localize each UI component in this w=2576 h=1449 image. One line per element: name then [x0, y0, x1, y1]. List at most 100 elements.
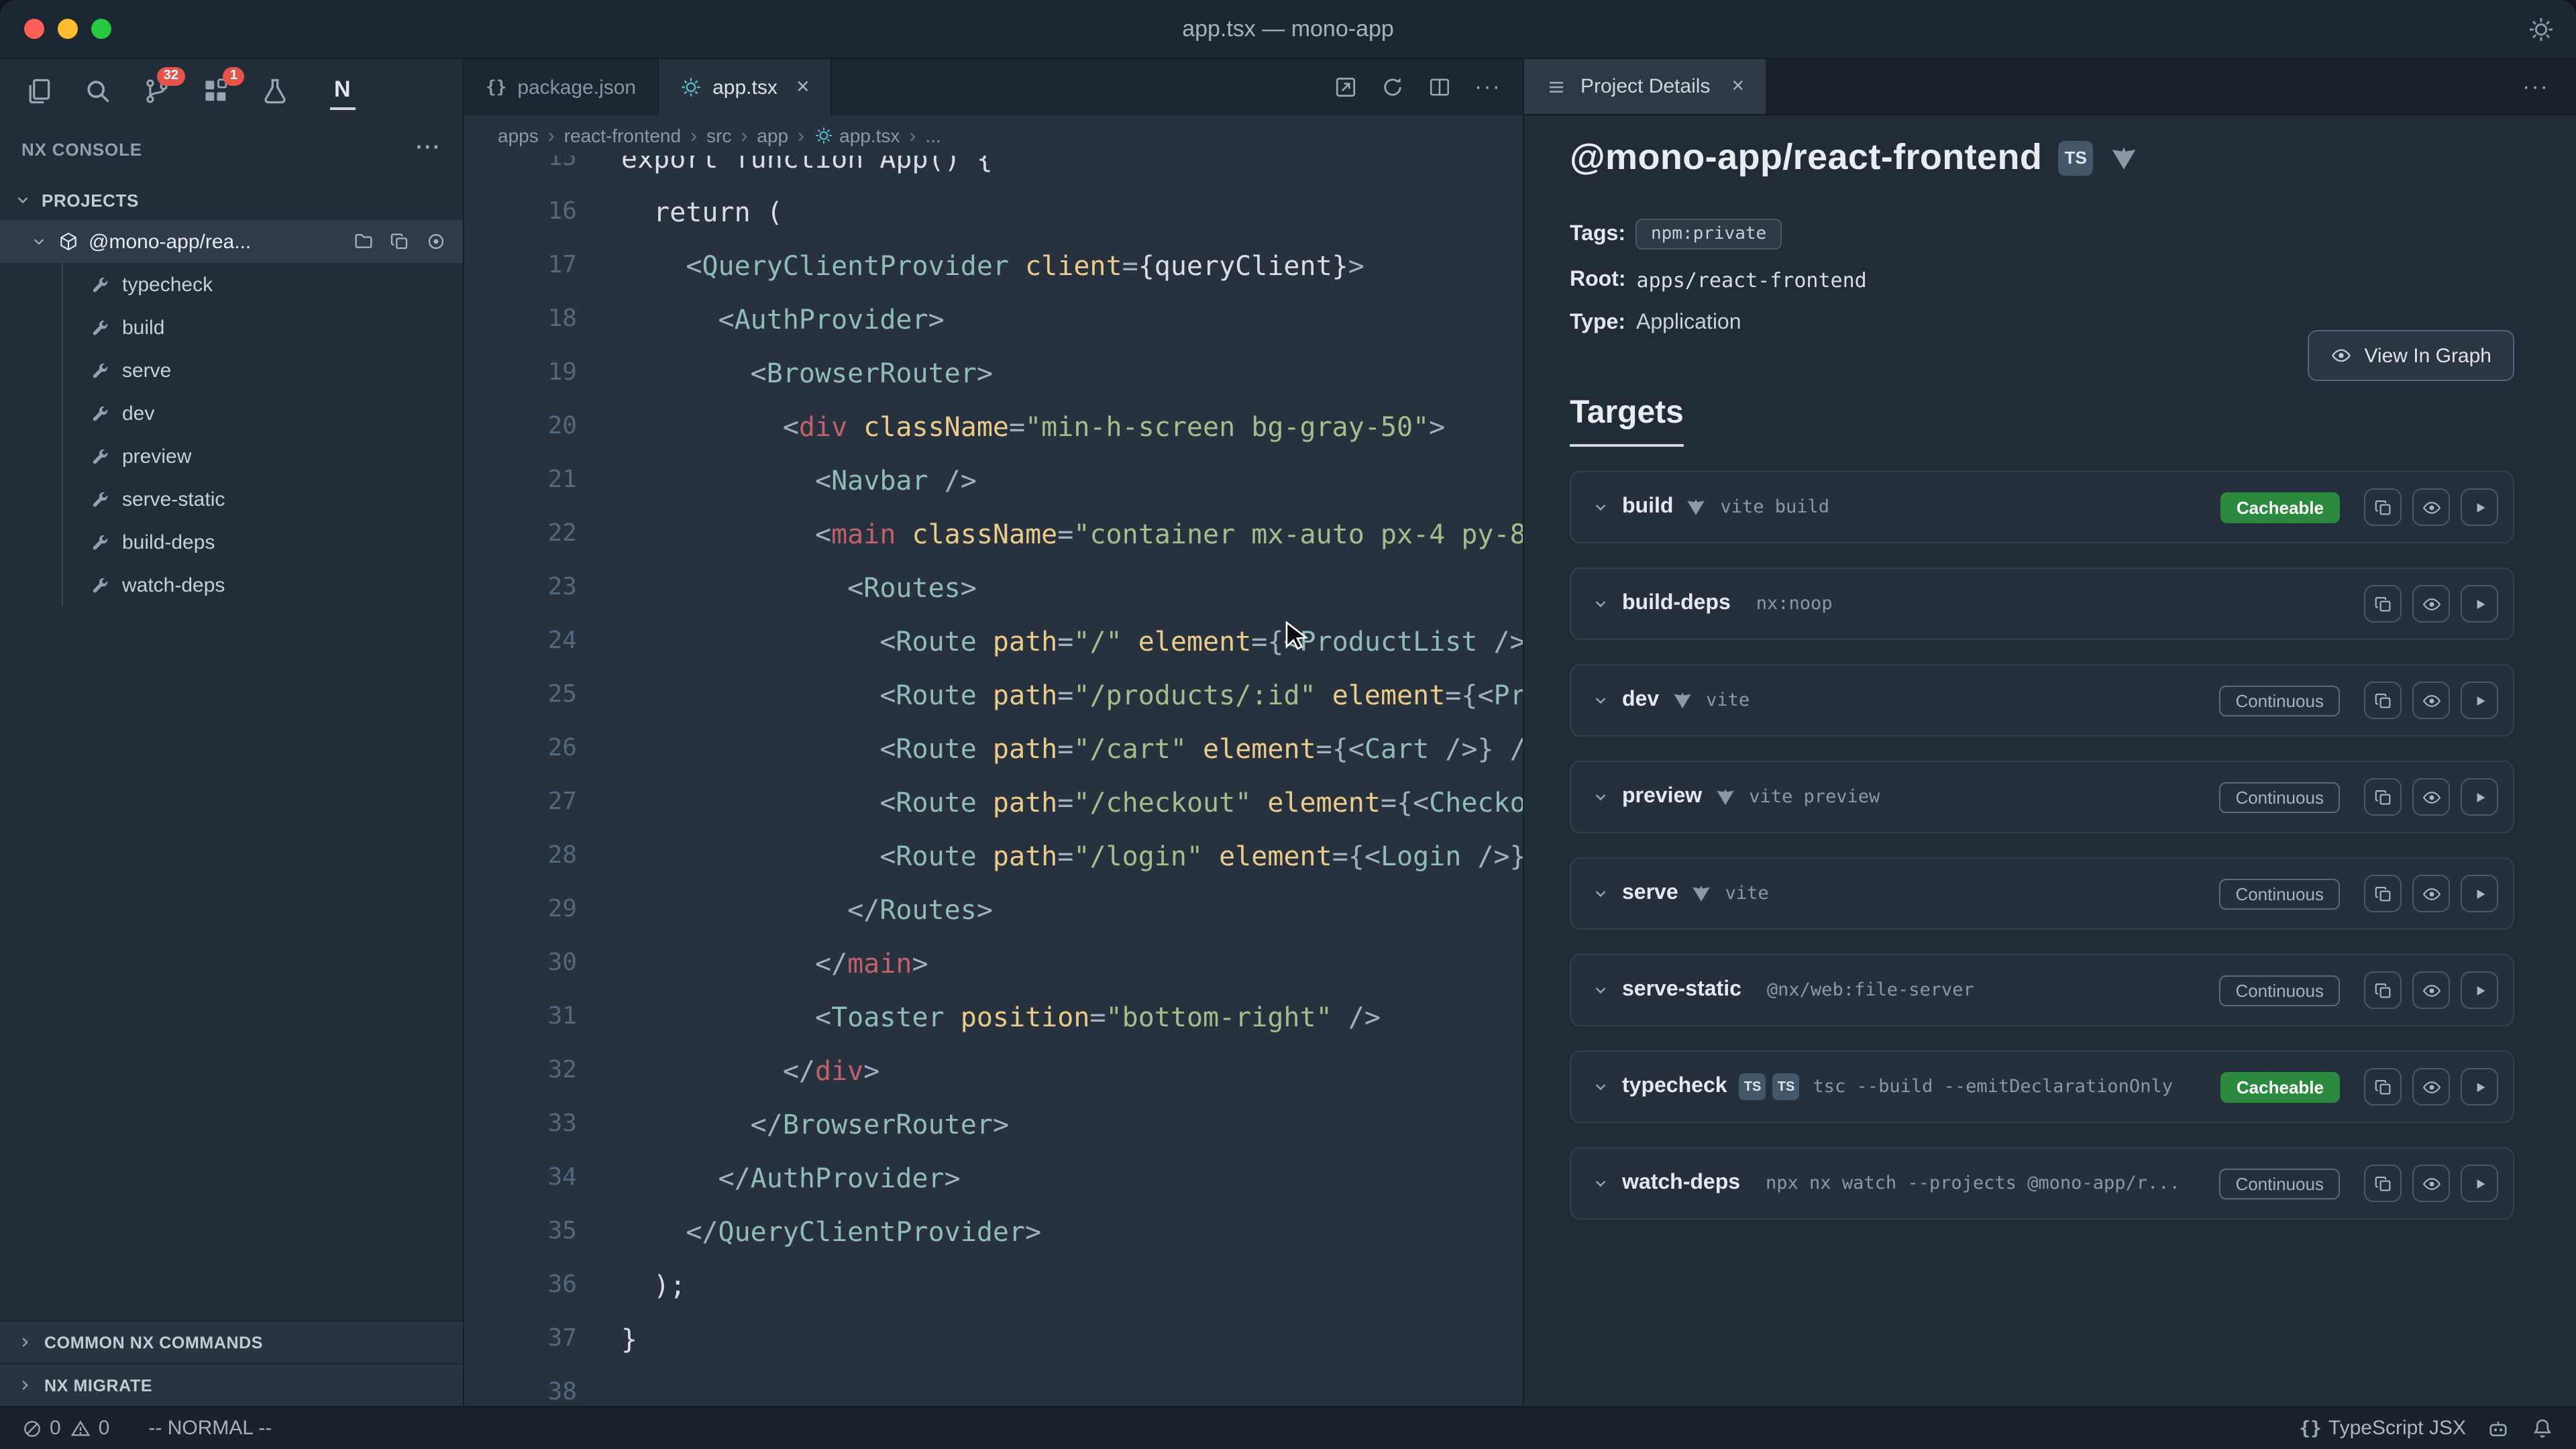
task-item-serve-static[interactable]: serve-static [63, 478, 463, 521]
open-changes-icon[interactable] [1334, 75, 1358, 99]
nx-console-icon[interactable]: N [330, 73, 356, 109]
run-task-button[interactable] [2461, 1068, 2498, 1106]
run-task-button[interactable] [2461, 488, 2498, 526]
line-text[interactable]: <Routes> [577, 561, 1523, 614]
line-text[interactable]: </BrowserRouter> [577, 1097, 1523, 1151]
view-in-graph-button[interactable]: View In Graph [2308, 330, 2514, 381]
view-task-button[interactable] [2412, 1068, 2450, 1106]
line-text[interactable]: </div> [577, 1044, 1523, 1097]
maximize-window-button[interactable] [91, 19, 111, 39]
task-item-serve[interactable]: serve [63, 349, 463, 392]
view-task-button[interactable] [2412, 875, 2450, 912]
chevron-down-icon[interactable] [1591, 498, 1610, 517]
line-text[interactable]: export function App() { [577, 156, 1523, 185]
close-window-button[interactable] [24, 19, 44, 39]
search-icon[interactable] [80, 74, 115, 109]
view-task-button[interactable] [2412, 778, 2450, 816]
close-tab-icon[interactable]: × [796, 74, 810, 101]
testing-icon[interactable] [258, 74, 292, 109]
run-task-button[interactable] [2461, 585, 2498, 623]
copy-task-button[interactable] [2364, 488, 2402, 526]
section-common-nx-commands[interactable]: COMMON NX COMMANDS [0, 1320, 463, 1363]
view-task-button[interactable] [2412, 488, 2450, 526]
line-text[interactable]: ); [577, 1258, 1523, 1312]
view-task-button[interactable] [2412, 971, 2450, 1009]
copy-icon[interactable] [389, 231, 411, 252]
line-text[interactable]: <Toaster position="bottom-right" /> [577, 990, 1523, 1044]
line-text[interactable]: <BrowserRouter> [577, 346, 1523, 400]
view-task-button[interactable] [2412, 585, 2450, 623]
copy-task-button[interactable] [2364, 875, 2402, 912]
chevron-down-icon[interactable] [1591, 1077, 1610, 1096]
breadcrumb-item-apps[interactable]: apps [498, 125, 539, 146]
task-item-build[interactable]: build [63, 306, 463, 349]
line-text[interactable] [577, 1366, 1523, 1406]
view-task-button[interactable] [2412, 1165, 2450, 1202]
problems-warnings[interactable]: 0 [70, 1417, 110, 1440]
line-text[interactable]: <AuthProvider> [577, 292, 1523, 346]
folder-icon[interactable] [353, 231, 374, 252]
sidebar-more-icon[interactable]: ··· [416, 137, 441, 161]
problems-errors[interactable]: 0 [21, 1417, 61, 1440]
chevron-down-icon[interactable] [1591, 884, 1610, 903]
line-text[interactable]: <Route path="/checkout" element={<Checko… [577, 775, 1523, 829]
line-text[interactable]: <Route path="/login" element={<Login />}… [577, 829, 1523, 883]
breadcrumb-item--[interactable]: ... [925, 125, 941, 146]
tab-app-tsx[interactable]: app.tsx × [659, 59, 833, 115]
run-task-button[interactable] [2461, 875, 2498, 912]
settings-gear-icon[interactable] [2528, 16, 2555, 43]
tab-project-details[interactable]: Project Details × [1524, 59, 1766, 114]
extensions-icon[interactable]: 1 [199, 74, 233, 109]
tab-package-json[interactable]: {} package.json [464, 59, 659, 115]
chevron-down-icon[interactable] [1591, 1174, 1610, 1193]
run-task-button[interactable] [2461, 1165, 2498, 1202]
notifications-bell-icon[interactable] [2530, 1416, 2555, 1440]
line-text[interactable]: </main> [577, 936, 1523, 990]
more-actions-icon[interactable]: ··· [1474, 74, 1501, 101]
panel-more-icon[interactable]: ··· [2522, 73, 2576, 100]
copy-task-button[interactable] [2364, 585, 2402, 623]
task-item-preview[interactable]: preview [63, 435, 463, 478]
project-row-mono-app[interactable]: @mono-app/rea... [0, 220, 463, 263]
chevron-down-icon[interactable] [1591, 981, 1610, 1000]
line-text[interactable]: return ( [577, 185, 1523, 239]
line-text[interactable]: </Routes> [577, 883, 1523, 936]
breadcrumb-item-src[interactable]: src [706, 125, 731, 146]
line-text[interactable]: } [577, 1312, 1523, 1366]
run-task-button[interactable] [2461, 971, 2498, 1009]
chevron-down-icon[interactable] [1591, 691, 1610, 710]
chevron-down-icon[interactable] [1591, 788, 1610, 806]
copy-task-button[interactable] [2364, 682, 2402, 719]
task-item-dev[interactable]: dev [63, 392, 463, 435]
run-task-button[interactable] [2461, 778, 2498, 816]
copy-task-button[interactable] [2364, 778, 2402, 816]
task-item-build-deps[interactable]: build-deps [63, 521, 463, 564]
copy-task-button[interactable] [2364, 1068, 2402, 1106]
line-text[interactable]: <Route path="/" element={<ProductList />… [577, 614, 1523, 668]
focus-target-icon[interactable] [425, 231, 447, 252]
vim-mode-indicator[interactable]: -- NORMAL -- [148, 1417, 272, 1440]
projects-section-row[interactable]: PROJECTS [0, 180, 463, 220]
copilot-icon[interactable] [2486, 1416, 2510, 1440]
task-item-typecheck[interactable]: typecheck [63, 263, 463, 306]
run-task-button[interactable] [2461, 682, 2498, 719]
breadcrumb-item-app-tsx[interactable]: app.tsx [814, 125, 900, 146]
line-text[interactable]: <Navbar /> [577, 453, 1523, 507]
close-panel-icon[interactable]: × [1731, 74, 1744, 99]
section-nx-migrate[interactable]: NX MIGRATE [0, 1363, 463, 1406]
breadcrumb-item-app[interactable]: app [757, 125, 788, 146]
line-text[interactable]: <Route path="/cart" element={<Cart />} /… [577, 722, 1523, 775]
code-editor[interactable]: 15 export function App() { 16 return ( 1… [464, 156, 1523, 1406]
breadcrumb-item-react-frontend[interactable]: react-frontend [564, 125, 681, 146]
line-text[interactable]: <QueryClientProvider client={queryClient… [577, 239, 1523, 292]
copy-task-button[interactable] [2364, 971, 2402, 1009]
minimize-window-button[interactable] [58, 19, 78, 39]
copy-task-button[interactable] [2364, 1165, 2402, 1202]
language-mode[interactable]: {} TypeScript JSX [2299, 1417, 2466, 1440]
line-text[interactable]: </QueryClientProvider> [577, 1205, 1523, 1258]
task-item-watch-deps[interactable]: watch-deps [63, 564, 463, 606]
source-control-icon[interactable]: 32 [140, 74, 174, 109]
line-text[interactable]: <Route path="/products/:id" element={<Pr… [577, 668, 1523, 722]
refresh-icon[interactable] [1381, 75, 1405, 99]
split-editor-icon[interactable] [1428, 75, 1452, 99]
